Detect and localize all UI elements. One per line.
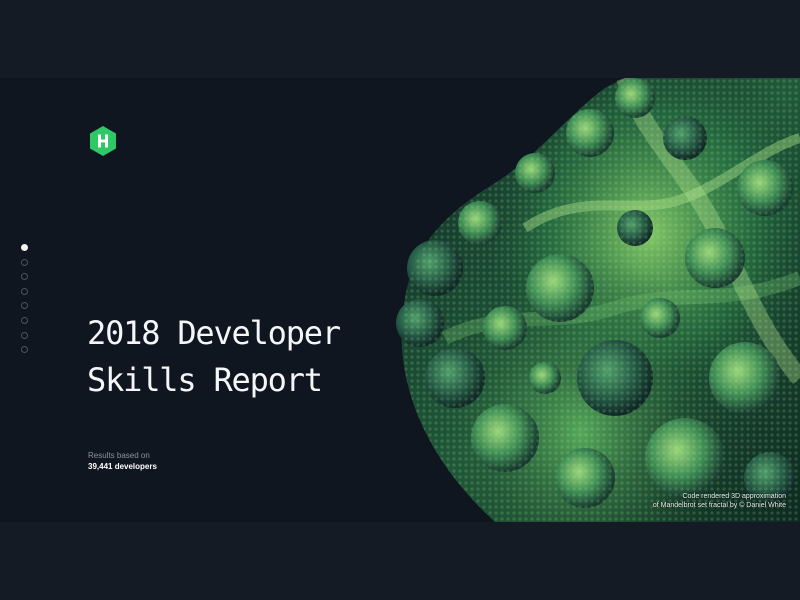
- pagination-dot-4[interactable]: [21, 287, 28, 295]
- credit-line-2: of Mandelbrot set fractal by © Daniel Wh…: [652, 502, 786, 509]
- fractal-image: [396, 78, 800, 522]
- hero-slide: 2018 Developer Skills Report Results bas…: [0, 78, 800, 522]
- results-label: Results based on: [88, 451, 150, 460]
- title-line-1: 2018 Developer: [87, 314, 341, 352]
- fractal-artwork: Code rendered 3D approximation of Mandel…: [385, 78, 800, 522]
- pagination-dot-5[interactable]: [21, 302, 28, 310]
- pagination-dot-8[interactable]: [21, 346, 28, 354]
- slide-pagination: [21, 244, 29, 361]
- image-credit: Code rendered 3D approximation of Mandel…: [653, 492, 786, 510]
- pagination-dot-3[interactable]: [21, 273, 28, 281]
- page: 2018 Developer Skills Report Results bas…: [0, 0, 800, 600]
- results-summary: Results based on 39,441 developers: [88, 450, 157, 472]
- pagination-dot-6[interactable]: [21, 316, 28, 324]
- developer-count: 39,441 developers: [88, 462, 157, 471]
- pagination-dot-2[interactable]: [21, 258, 28, 266]
- credit-line-1: Code rendered 3D approximation: [682, 493, 786, 500]
- brand-logo[interactable]: [88, 125, 118, 157]
- pagination-dot-1[interactable]: [21, 244, 28, 251]
- hackerrank-logo-icon: [90, 126, 116, 156]
- pagination-dot-7[interactable]: [21, 331, 28, 339]
- title-line-2: Skills Report: [87, 361, 323, 399]
- page-title: 2018 Developer Skills Report: [87, 310, 341, 404]
